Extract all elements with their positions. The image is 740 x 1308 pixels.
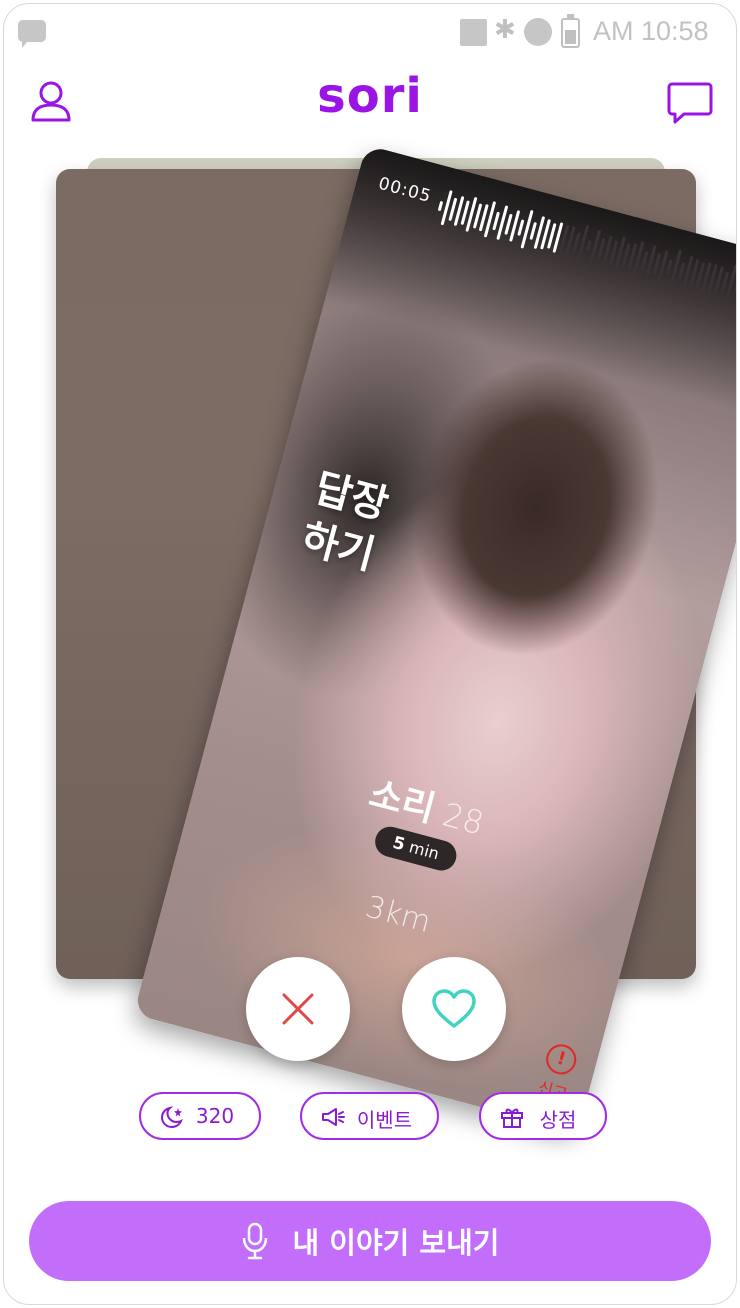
- waveform-bar: [586, 240, 592, 252]
- chat-bubble-icon: [667, 82, 713, 124]
- chat-notification-icon: [18, 20, 46, 48]
- square-icon: [460, 19, 487, 46]
- waveform-bar: [492, 211, 500, 231]
- waveform-bar: [517, 219, 525, 236]
- heart-icon: [432, 989, 476, 1028]
- close-icon: [282, 993, 314, 1025]
- send-story-button[interactable]: 내 이야기 보내기: [29, 1201, 711, 1281]
- waveform-bar: [576, 224, 589, 264]
- pass-button[interactable]: [246, 957, 350, 1061]
- waveform-bar: [734, 279, 736, 292]
- send-story-label: 내 이야기 보내기: [292, 1226, 500, 1260]
- waveform-bar: [678, 262, 685, 279]
- like-button[interactable]: [402, 957, 506, 1061]
- event-label: 이벤트: [356, 1108, 413, 1132]
- microphone-icon: [242, 1222, 267, 1260]
- duration-unit: min: [407, 837, 442, 864]
- waveform-bar: [529, 222, 537, 240]
- waveform-bar: [504, 213, 513, 235]
- bluetooth-icon: ✱: [494, 15, 516, 45]
- points-chip[interactable]: 320: [139, 1092, 261, 1140]
- status-bar: ✱ AM 10:58: [4, 4, 736, 60]
- waveform-bar: [669, 249, 682, 289]
- waveform-bar: [724, 264, 736, 304]
- waveform-bar: [438, 201, 443, 211]
- waveform-bar: [520, 210, 534, 249]
- messages-button[interactable]: [666, 78, 714, 126]
- app-logo: sori: [317, 68, 423, 124]
- status-time: AM 10:58: [593, 16, 709, 46]
- profile-age: 28: [438, 795, 488, 843]
- points-value: 320: [195, 1104, 235, 1128]
- shop-label: 상점: [539, 1108, 577, 1132]
- waveform-bar: [640, 251, 649, 271]
- profile-name: 소리: [364, 773, 440, 831]
- duration-value: 5: [390, 832, 408, 856]
- phone-frame: ✱ AM 10:58 sori 00:05 답장 하기 소리28 5 min 3…: [3, 3, 737, 1305]
- exclamation-circle-icon: !: [542, 1041, 580, 1078]
- waveform-bar: [496, 205, 508, 240]
- battery-icon: [561, 14, 580, 48]
- app-header: sori: [4, 60, 736, 150]
- shop-chip[interactable]: 상점: [479, 1092, 607, 1140]
- reply-button[interactable]: 답장 하기: [296, 462, 394, 582]
- circle-icon: [524, 18, 552, 46]
- event-chip[interactable]: 이벤트: [300, 1092, 439, 1140]
- waveform-bar: [572, 232, 581, 253]
- waveform-bar: [666, 259, 673, 275]
- waveform-bar: [720, 271, 729, 293]
